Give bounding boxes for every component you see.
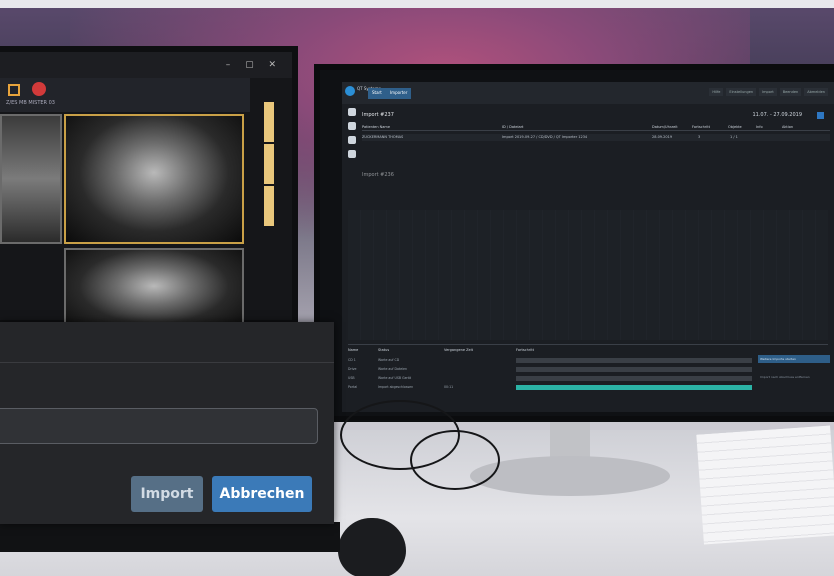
mri-image-axial-bottom[interactable] xyxy=(64,248,244,332)
status-panel: Name Status Vergangene Zeit Fortschritt … xyxy=(348,344,830,410)
status-col-progress: Fortschritt xyxy=(516,348,534,352)
col-info: Info xyxy=(756,125,763,129)
side-tab-1[interactable] xyxy=(264,102,274,142)
cell-patient: ZUCKERMANN THOMAS xyxy=(362,135,404,139)
home-icon[interactable] xyxy=(348,108,356,116)
cancel-button[interactable]: Abbrechen xyxy=(212,476,312,512)
import-dialog: Import Abbrechen xyxy=(0,322,334,524)
start-more-imports-button[interactable]: Weitere Importe starten xyxy=(758,355,830,363)
status-row: Portal Import abgeschlossen 00:11 xyxy=(348,384,508,390)
mri-image-sagittal[interactable] xyxy=(0,114,62,244)
status-cell-time: 00:11 xyxy=(444,385,454,389)
top-strip xyxy=(0,0,834,8)
tab-importer[interactable]: Importer xyxy=(386,88,412,99)
import-button[interactable]: Import xyxy=(131,476,203,512)
status-cell-status: Warte auf Dateien xyxy=(378,367,408,371)
toolbar-text: Z/ES MB MISTER 03 xyxy=(6,100,55,106)
status-cell-status: Import abgeschlossen xyxy=(378,385,414,389)
col-objects: Objekte xyxy=(728,125,742,129)
tab-start[interactable]: Start xyxy=(368,88,386,99)
import-top-button[interactable]: Import xyxy=(759,88,777,96)
viewer-side-tabs xyxy=(256,100,284,280)
date-range: 11.07. - 27.09.2019 xyxy=(752,112,802,118)
col-progress: Fortschritt xyxy=(692,125,710,129)
cell-date: 28.09.2019 xyxy=(652,135,673,139)
status-cell-name: USB xyxy=(348,376,355,380)
status-row: Drive Warte auf Dateien xyxy=(348,366,508,372)
layout-icon[interactable] xyxy=(8,84,20,96)
mri-image-axial-top[interactable] xyxy=(64,114,244,244)
importer-list-area xyxy=(348,210,828,340)
window-controls-icon[interactable]: – ▢ ✕ xyxy=(226,60,282,70)
status-cell-name: Portal xyxy=(348,385,358,389)
right-monitor: QT Systems Start Importer HilfeEinstellu… xyxy=(314,64,834,422)
table-header: Patienten Name ID / Dateiart Datum/Uhrze… xyxy=(362,124,830,131)
record-icon[interactable] xyxy=(32,82,46,96)
side-tab-3[interactable] xyxy=(264,186,274,226)
col-patient: Patienten Name xyxy=(362,125,390,129)
help-button[interactable]: Hilfe xyxy=(709,88,724,96)
cell-id: Import 2019-09-27 / CD/DVD / QT Importer… xyxy=(502,135,588,139)
status-row: USB Warte auf USB Gerät xyxy=(348,375,508,381)
paper-stack xyxy=(696,425,834,545)
logout-button[interactable]: Abmelden xyxy=(804,88,828,96)
side-tab-2[interactable] xyxy=(264,144,274,184)
status-cell-name: CD 1 xyxy=(348,358,356,362)
calendar-icon[interactable] xyxy=(817,112,824,119)
tools-icon[interactable] xyxy=(348,136,356,144)
importer-app-screen: QT Systems Start Importer HilfeEinstellu… xyxy=(342,82,834,412)
cell-progress: 3 xyxy=(698,135,701,139)
status-progress-bar xyxy=(516,376,752,381)
list-icon[interactable] xyxy=(348,122,356,130)
status-col-status: Status xyxy=(378,348,390,352)
stand-base xyxy=(470,456,670,496)
left-monitor: – ▢ ✕ Z/ES MB MISTER 03 xyxy=(0,46,298,332)
import-panel-current: Import #237 11.07. - 27.09.2019 Patiente… xyxy=(362,112,830,160)
importer-topbar: QT Systems Start Importer HilfeEinstellu… xyxy=(342,82,834,104)
table-row[interactable]: ZUCKERMANN THOMAS Import 2019-09-27 / CD… xyxy=(362,134,830,141)
panel2-title: Import #236 xyxy=(362,172,394,178)
status-cell-name: Drive xyxy=(348,367,357,371)
viewer-toolbar: Z/ES MB MISTER 03 xyxy=(0,78,250,112)
left-rail xyxy=(348,108,358,168)
import-panel-previous: Import #236 xyxy=(362,172,830,202)
remove-after-import-option[interactable]: Import nach Abschluss entfernen xyxy=(758,373,830,381)
exit-button[interactable]: Beenden xyxy=(779,88,802,96)
status-col-time: Vergangene Zeit xyxy=(444,348,473,352)
keyboard xyxy=(0,522,340,552)
status-progress-fill xyxy=(516,385,752,390)
col-action: Aktion xyxy=(782,125,794,129)
path-input[interactable] xyxy=(0,408,318,444)
col-date: Datum/Uhrzeit xyxy=(652,125,678,129)
status-progress-bar xyxy=(516,385,752,390)
status-progress-bar xyxy=(516,358,752,363)
computer-mouse xyxy=(338,518,406,576)
topbar-actions: Hilfe Einstellungen Import Beenden Abmelden xyxy=(706,88,828,96)
settings-button[interactable]: Einstellungen xyxy=(726,88,757,96)
col-id: ID / Dateiart xyxy=(502,125,524,129)
document-icon[interactable] xyxy=(348,150,356,158)
viewer-titlebar: – ▢ ✕ xyxy=(0,52,292,78)
cell-objects: 1 / 1 xyxy=(730,135,738,139)
monitor-stand xyxy=(470,422,670,502)
status-col-name: Name xyxy=(348,348,359,352)
app-logo-icon xyxy=(345,86,355,96)
status-cell-status: Warte auf CD xyxy=(378,358,400,362)
status-cell-status: Warte auf USB Gerät xyxy=(378,376,412,380)
status-row: CD 1 Warte auf CD xyxy=(348,357,508,363)
status-progress-bar xyxy=(516,367,752,372)
dialog-divider xyxy=(0,362,334,363)
cable-2 xyxy=(410,430,500,490)
